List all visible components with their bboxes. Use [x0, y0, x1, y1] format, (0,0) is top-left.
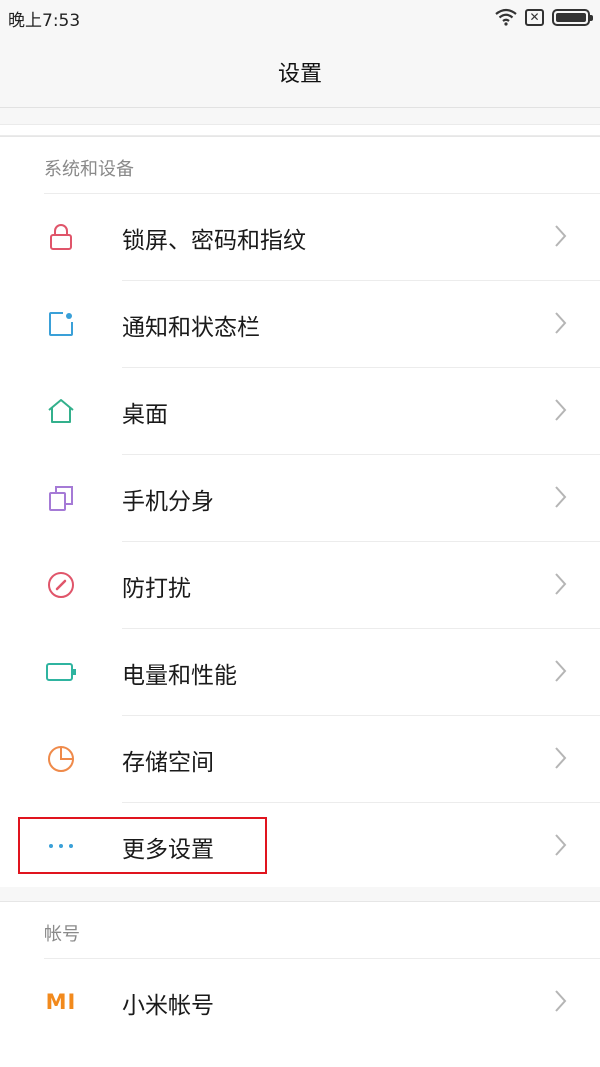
status-time: 晚上7:53 [8, 11, 81, 31]
section-header: 帐号 [44, 924, 80, 945]
sim-off-icon: ✕ [525, 8, 544, 26]
settings-row-more-settings[interactable]: 更多设置 [0, 802, 600, 889]
settings-row-do-not-disturb[interactable]: 防打扰 [0, 541, 600, 628]
settings-row-desktop[interactable]: 桌面 [0, 367, 600, 454]
more-icon [44, 829, 78, 863]
row-label: 桌面 [122, 402, 168, 428]
battery-icon [552, 8, 593, 26]
row-label: 手机分身 [122, 489, 214, 515]
settings-row-lock-screen[interactable]: 锁屏、密码和指纹 [0, 193, 600, 280]
row-label: 防打扰 [122, 576, 191, 602]
section-account: 帐号 MI 小米帐号 [0, 901, 600, 1067]
row-label: 电量和性能 [122, 663, 237, 689]
row-label: 通知和状态栏 [122, 315, 260, 341]
do-not-disturb-icon [44, 568, 78, 602]
second-space-icon [44, 481, 78, 515]
section-separator [0, 124, 600, 136]
chevron-right-icon [555, 747, 567, 769]
page-title: 设置 [277, 62, 322, 87]
chevron-right-icon [555, 399, 567, 421]
home-icon [44, 394, 78, 428]
notification-icon [44, 307, 78, 341]
mi-logo: MI [45, 990, 77, 1014]
storage-icon [44, 742, 78, 776]
row-label: 存储空间 [122, 750, 214, 776]
section-header: 系统和设备 [44, 159, 134, 180]
row-label: 小米帐号 [122, 993, 214, 1019]
settings-row-notifications[interactable]: 通知和状态栏 [0, 280, 600, 367]
wifi-icon [495, 8, 517, 26]
chevron-right-icon [555, 573, 567, 595]
chevron-right-icon [555, 225, 567, 247]
chevron-right-icon [555, 486, 567, 508]
section-system-device: 系统和设备 锁屏、密码和指纹 通知和状态栏 桌面 手机分身 防打扰 电量和性能 … [0, 136, 600, 887]
status-icons: ✕ [495, 6, 593, 28]
lock-icon [44, 220, 78, 254]
title-bar: 设置 [0, 36, 600, 108]
mi-account-icon: MI [44, 985, 78, 1019]
row-label: 锁屏、密码和指纹 [122, 228, 306, 254]
chevron-right-icon [555, 834, 567, 856]
settings-row-storage[interactable]: 存储空间 [0, 715, 600, 802]
settings-row-mi-account[interactable]: MI 小米帐号 [0, 958, 600, 1045]
chevron-right-icon [555, 990, 567, 1012]
battery-performance-icon [44, 655, 78, 689]
settings-row-second-space[interactable]: 手机分身 [0, 454, 600, 541]
row-label: 更多设置 [122, 837, 214, 863]
status-bar: 晚上7:53 ✕ [0, 0, 600, 36]
chevron-right-icon [555, 660, 567, 682]
settings-row-battery-performance[interactable]: 电量和性能 [0, 628, 600, 715]
chevron-right-icon [555, 312, 567, 334]
